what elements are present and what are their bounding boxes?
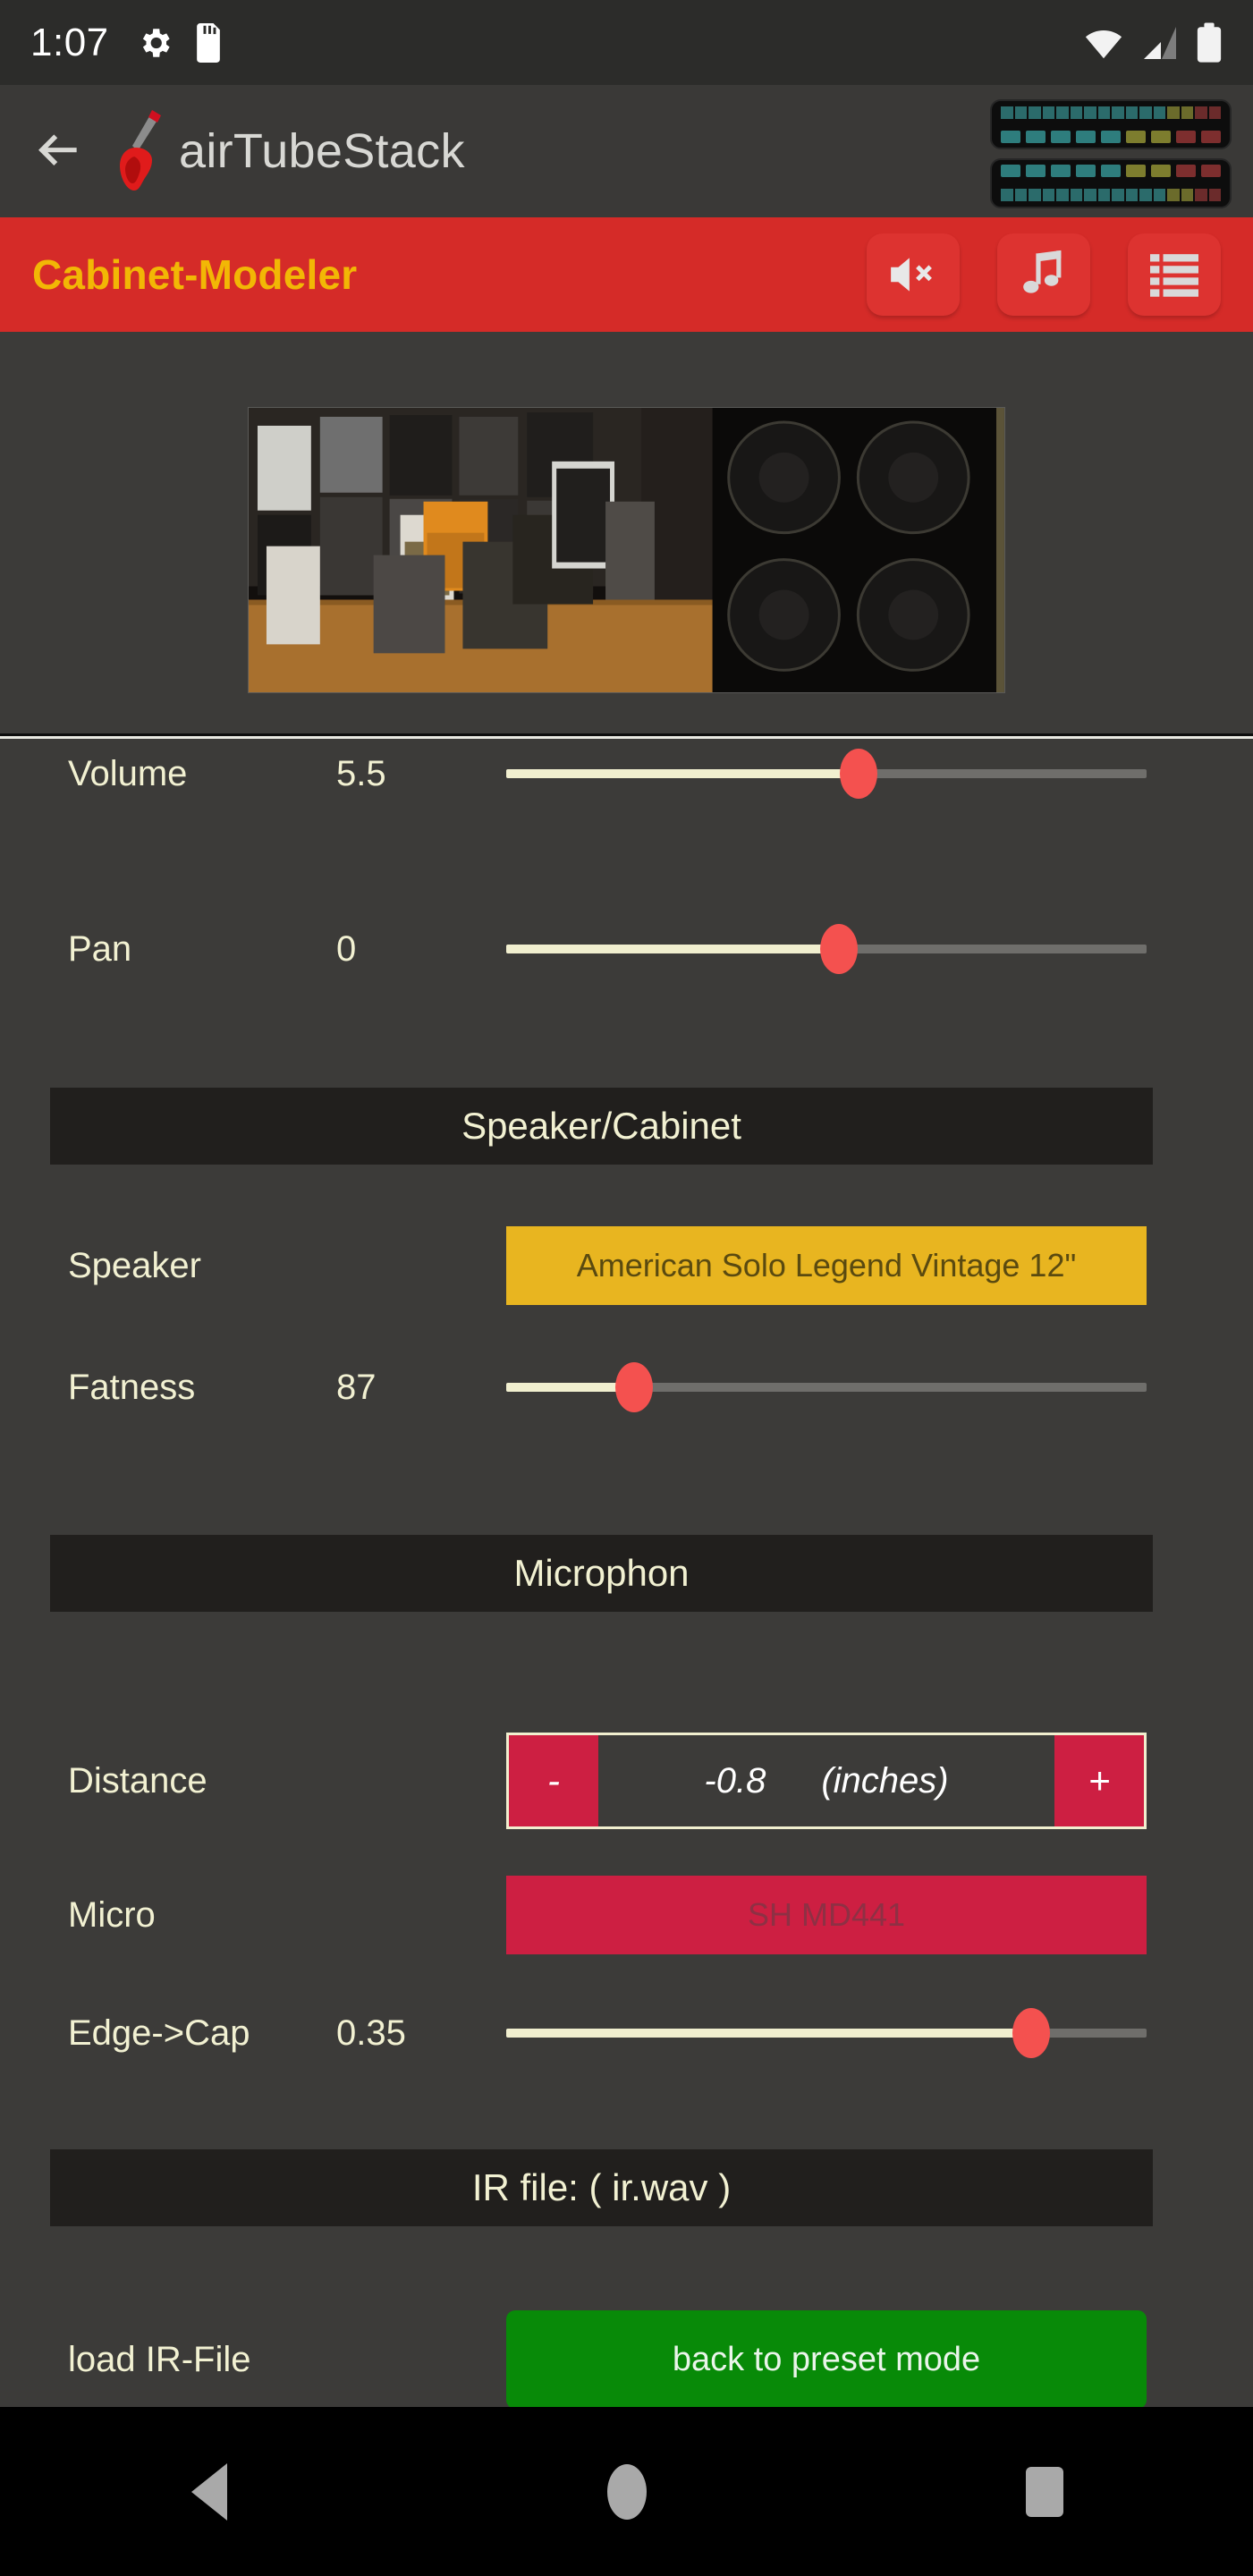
volume-row: Volume 5.5 (0, 745, 1253, 802)
music-button[interactable] (997, 233, 1090, 316)
vu-meters (990, 99, 1232, 208)
edge-cap-label: Edge->Cap (68, 2012, 250, 2053)
pan-label: Pan (68, 928, 132, 969)
arrow-left-icon (38, 134, 77, 166)
sd-card-icon (193, 22, 224, 63)
vu-meter-right (990, 158, 1232, 208)
slider-thumb[interactable] (839, 749, 877, 799)
vu-segments (1001, 131, 1221, 143)
android-nav-bar (0, 2407, 1253, 2576)
vu-meter-left (990, 99, 1232, 149)
slider-thumb[interactable] (820, 924, 859, 974)
status-left-icons (136, 22, 224, 63)
distance-stepper[interactable]: - -0.8 (inches) + (506, 1733, 1147, 1829)
nav-recents-button[interactable] (991, 2438, 1098, 2546)
distance-readout: -0.8 (inches) (598, 1735, 1054, 1826)
nav-home-icon (606, 2463, 647, 2520)
edge-cap-slider[interactable] (506, 2004, 1147, 2062)
fatness-label: Fatness (68, 1367, 196, 1407)
fatness-slider[interactable] (506, 1359, 1147, 1416)
section-title: IR file: ( ir.wav ) (471, 2166, 732, 2208)
wifi-icon (1083, 25, 1124, 61)
cabinet-photo-image (249, 408, 1004, 692)
distance-increment-button[interactable]: + (1054, 1735, 1144, 1826)
module-title: Cabinet-Modeler (32, 251, 358, 298)
volume-slider[interactable] (506, 745, 1147, 802)
back-to-preset-mode-button[interactable]: back to preset mode (506, 2310, 1147, 2407)
section-title: Speaker/Cabinet (461, 1105, 741, 1147)
vu-segments (1001, 165, 1221, 177)
list-button[interactable] (1128, 233, 1221, 316)
content-divider (0, 733, 1253, 739)
app-title: airTubeStack (179, 124, 465, 178)
app-title-wrap: airTubeStack (116, 108, 465, 194)
nav-recents-icon (1025, 2466, 1063, 2517)
slider-fill (506, 945, 840, 953)
app-bar: airTubeStack (0, 85, 1253, 217)
microphone-section-header: Microphon (50, 1535, 1153, 1612)
ir-section-header: IR file: ( ir.wav ) (50, 2149, 1153, 2226)
cell-signal-icon (1140, 25, 1180, 61)
vu-ticks (1001, 106, 1221, 120)
load-ir-file-label: load IR-File (68, 2339, 251, 2379)
battery-icon (1196, 22, 1223, 64)
micro-select-button[interactable]: SH MD441 (506, 1876, 1147, 1954)
speaker-mute-icon (891, 258, 932, 292)
status-time: 1:07 (30, 20, 109, 64)
speaker-row: Speaker American Solo Legend Vintage 12" (0, 1226, 1253, 1305)
slider-thumb[interactable] (1012, 2008, 1051, 2058)
volume-value: 5.5 (336, 753, 386, 793)
nav-home-button[interactable] (573, 2438, 681, 2546)
fatness-value: 87 (336, 1367, 377, 1407)
volume-label: Volume (68, 753, 188, 793)
edge-cap-value: 0.35 (336, 2012, 406, 2053)
micro-label: Micro (68, 1894, 156, 1935)
list-icon (1150, 254, 1198, 297)
main-content[interactable]: Volume 5.5 Pan 0 Speaker/Cabinet Speaker (0, 332, 1253, 2407)
nav-back-button[interactable] (156, 2438, 263, 2546)
status-bar: 1:07 (0, 0, 1253, 85)
music-note-icon (1023, 250, 1062, 293)
mute-button[interactable] (867, 233, 960, 316)
slider-thumb[interactable] (615, 1362, 654, 1412)
nav-back-icon (190, 2462, 227, 2521)
fatness-row: Fatness 87 (0, 1359, 1253, 1416)
back-button[interactable] (0, 123, 116, 179)
cabinet-photo (248, 407, 1005, 693)
edge-cap-row: Edge->Cap 0.35 (0, 2004, 1253, 2062)
distance-value: -0.8 (704, 1760, 766, 1801)
electric-guitar-icon (116, 108, 166, 194)
vu-ticks (1001, 188, 1221, 202)
app-screen: 1:07 airTubeStack Cabinet-Modeler Volume… (0, 0, 1253, 2576)
pan-slider[interactable] (506, 920, 1147, 978)
slider-fill (506, 769, 859, 778)
status-right-icons (1083, 22, 1223, 64)
distance-label: Distance (68, 1760, 207, 1801)
module-toolbar: Cabinet-Modeler (0, 217, 1253, 332)
distance-decrement-button[interactable]: - (509, 1735, 598, 1826)
pan-value: 0 (336, 928, 357, 969)
speaker-label: Speaker (68, 1245, 201, 1285)
micro-row: Micro SH MD441 (0, 1876, 1253, 1954)
speaker-section-header: Speaker/Cabinet (50, 1088, 1153, 1165)
ir-load-row: load IR-File back to preset mode (0, 2310, 1253, 2407)
module-title-wrap: Cabinet-Modeler (32, 250, 829, 299)
section-title: Microphon (513, 1552, 690, 1594)
pan-row: Pan 0 (0, 920, 1253, 978)
slider-fill (506, 2029, 1032, 2038)
speaker-select-button[interactable]: American Solo Legend Vintage 12" (506, 1226, 1147, 1305)
distance-unit: (inches) (821, 1760, 949, 1801)
gear-icon (136, 24, 174, 62)
distance-row: Distance - -0.8 (inches) + (0, 1733, 1253, 1829)
